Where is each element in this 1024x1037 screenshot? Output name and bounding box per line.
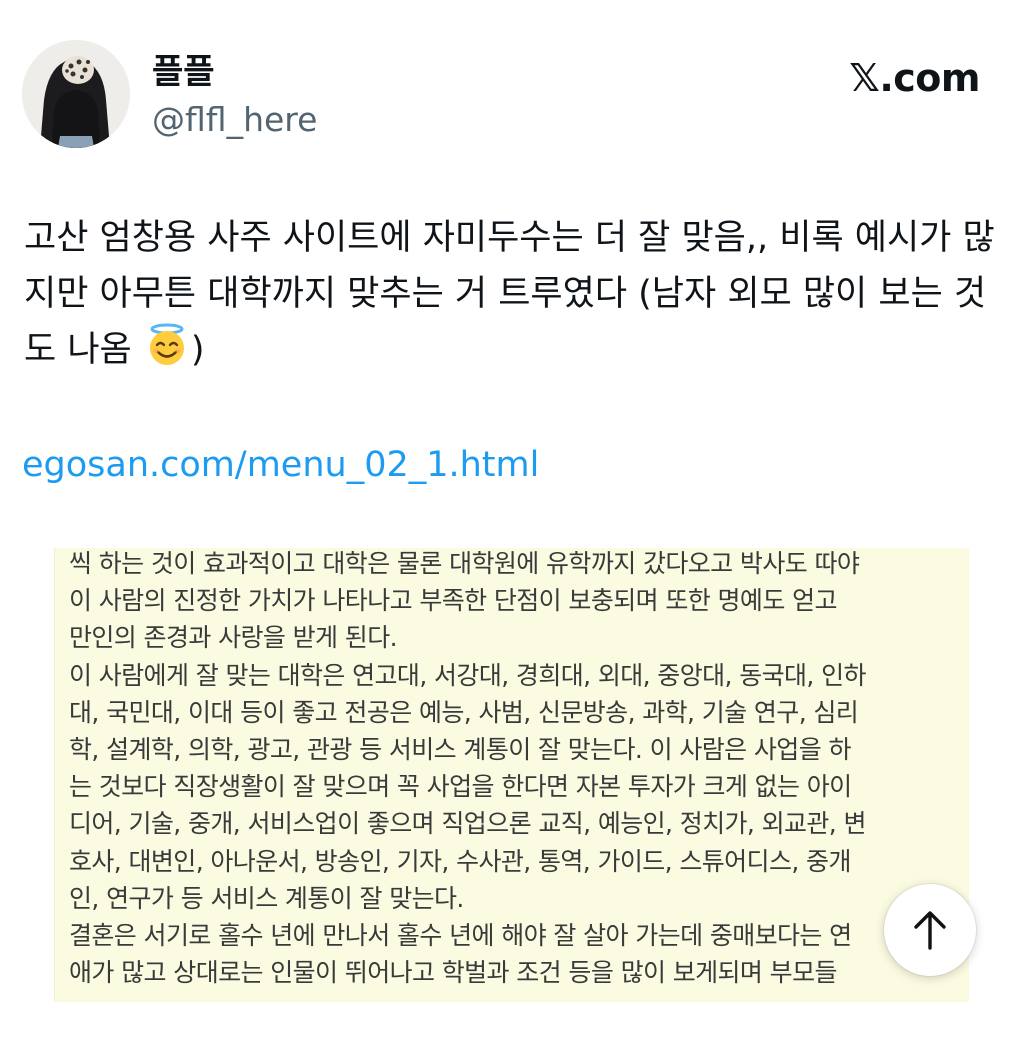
- author-handle[interactable]: @flfl_here: [152, 98, 317, 142]
- arrow-up-icon: [914, 911, 946, 950]
- scan-text-line: 는 것보다 직장생활이 잘 맞으며 꼭 사업을 한다면 자본 투자가 크게 없는…: [69, 772, 852, 802]
- brand-label: .com: [879, 56, 980, 100]
- tweet-header: 플플 @flfl_here 𝕏.com: [22, 40, 1002, 152]
- scan-text-line: 애가 많고 상대로는 인물이 뛰어나고 학벌과 조건 등을 많이 보게되며 부모…: [69, 958, 837, 988]
- scan-text-line: 이 사람의 진정한 가치가 나타나고 부족한 단점이 보충되며 또한 명예도 얻…: [69, 586, 837, 616]
- scroll-to-top-button[interactable]: [884, 884, 976, 976]
- scan-text-line: 인, 연구가 등 서비스 계통이 잘 맞는다.: [69, 883, 464, 913]
- scan-text-line: 대, 국민대, 이대 등이 좋고 전공은 예능, 사범, 신문방송, 과학, 기…: [69, 697, 859, 727]
- tweet-text-end: ): [190, 330, 205, 370]
- tweet-link[interactable]: egosan.com/menu_02_1.html: [22, 440, 539, 490]
- avatar-photo: [22, 40, 130, 148]
- scan-text-line: 씩 하는 것이 효과적이고 대학은 물론 대학원에 유학까지 갔다오고 박사도 …: [69, 549, 860, 578]
- scan-text-line: 만인의 존경과 사랑을 받게 된다.: [69, 623, 398, 653]
- scan-text-line: 디어, 기술, 중개, 서비스업이 좋으며 직업으론 교직, 예능인, 정치가,…: [69, 809, 867, 839]
- tweet-body: 고산 엄창용 사주 사이트에 자미두수는 더 잘 맞음,, 비록 예시가 많지만…: [24, 210, 999, 378]
- scan-text-line: 호사, 대변인, 아나운서, 방송인, 기자, 수사관, 통역, 가이드, 스튜…: [69, 846, 851, 876]
- scan-text-line: 학, 설계학, 의학, 광고, 관광 등 서비스 계통이 잘 맞는다. 이 사람…: [69, 735, 851, 764]
- tweet-attached-image[interactable]: 씩 하는 것이 효과적이고 대학은 물론 대학원에 유학까지 갔다오고 박사도 …: [54, 548, 969, 1002]
- avatar[interactable]: [22, 40, 130, 148]
- x-logo-icon: 𝕏: [849, 56, 880, 100]
- smiling-face-with-halo-icon: [145, 323, 189, 367]
- scan-text-line: 결혼은 서기로 홀수 년에 만나서 홀수 년에 해야 잘 살아 가는데 중매보다…: [69, 921, 852, 950]
- scan-text-line: 이 사람에게 잘 맞는 대학은 연고대, 서강대, 경희대, 외대, 중앙대, …: [69, 660, 867, 690]
- author-display-name[interactable]: 플플: [152, 50, 317, 94]
- x-brand-logo: 𝕏.com: [849, 54, 980, 102]
